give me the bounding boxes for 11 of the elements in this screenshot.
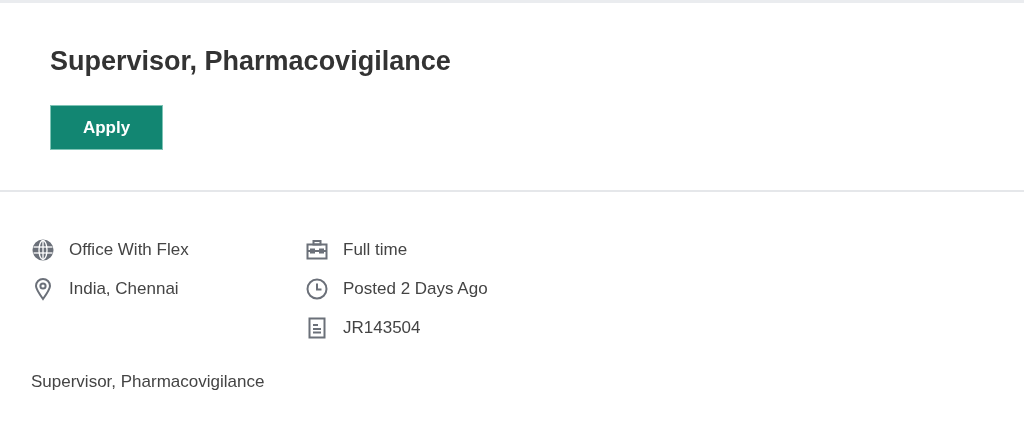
job-detail: Office With Flex	[69, 239, 189, 260]
briefcase-icon	[305, 237, 329, 262]
job-detail: JR143504	[343, 317, 421, 338]
job-description: Supervisor, Pharmacovigilance	[31, 372, 266, 392]
globe-icon	[31, 237, 55, 262]
apply-button[interactable]: Apply	[50, 105, 163, 150]
job-detail: Posted 2 Days Ago	[343, 278, 488, 299]
job-detail: Full time	[343, 239, 408, 260]
clock-icon	[305, 276, 329, 301]
job-detail: India, Chennai	[69, 278, 179, 299]
job-title: Supervisor, Pharmacovigilance	[50, 45, 452, 78]
